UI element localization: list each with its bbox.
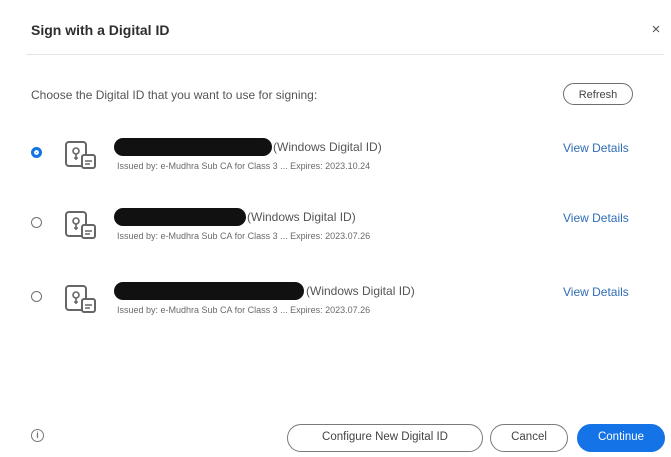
dialog-title: Sign with a Digital ID — [31, 22, 170, 38]
view-details-link[interactable]: View Details — [563, 285, 629, 299]
digital-id-type: (Windows Digital ID) — [247, 210, 356, 224]
digital-id-type: (Windows Digital ID) — [273, 140, 382, 154]
cancel-button[interactable]: Cancel — [490, 424, 568, 452]
digital-id-radio[interactable] — [31, 147, 42, 158]
title-divider — [26, 54, 664, 55]
digital-id-row[interactable]: (Windows Digital ID) Issued by: e-Mudhra… — [0, 138, 671, 188]
info-icon[interactable]: i — [31, 429, 44, 442]
certificate-icon — [65, 211, 96, 239]
certificate-icon — [65, 141, 96, 169]
digital-id-issuer: Issued by: e-Mudhra Sub CA for Class 3 .… — [117, 305, 371, 315]
close-icon[interactable]: × — [648, 22, 664, 38]
refresh-button[interactable]: Refresh — [563, 83, 633, 105]
digital-id-radio[interactable] — [31, 217, 42, 228]
digital-id-radio[interactable] — [31, 291, 42, 302]
digital-id-issuer: Issued by: e-Mudhra Sub CA for Class 3 .… — [117, 161, 371, 171]
digital-id-name-redacted — [114, 138, 272, 156]
view-details-link[interactable]: View Details — [563, 141, 629, 155]
digital-id-row[interactable]: (Windows Digital ID) Issued by: e-Mudhra… — [0, 282, 671, 332]
digital-id-issuer: Issued by: e-Mudhra Sub CA for Class 3 .… — [117, 231, 371, 241]
digital-id-name-redacted — [114, 282, 304, 300]
view-details-link[interactable]: View Details — [563, 211, 629, 225]
digital-id-name-redacted — [114, 208, 246, 226]
instruction-text: Choose the Digital ID that you want to u… — [31, 88, 318, 102]
continue-button[interactable]: Continue — [577, 424, 665, 452]
digital-id-row[interactable]: (Windows Digital ID) Issued by: e-Mudhra… — [0, 208, 671, 258]
certificate-icon — [65, 285, 96, 313]
configure-new-digital-id-button[interactable]: Configure New Digital ID — [287, 424, 483, 452]
sign-digital-id-dialog: Sign with a Digital ID × Choose the Digi… — [0, 0, 671, 457]
digital-id-type: (Windows Digital ID) — [306, 284, 415, 298]
